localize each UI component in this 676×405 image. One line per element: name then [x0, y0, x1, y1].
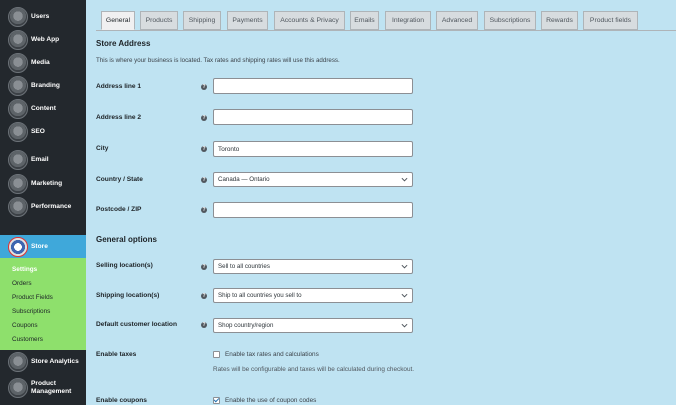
address-line-1-input[interactable]	[213, 78, 413, 94]
help-tip-icon[interactable]: ?	[201, 207, 207, 213]
sidebar-item-label: Marketing	[31, 180, 63, 187]
address-line-2-input[interactable]	[213, 109, 413, 125]
default-customer-location-label: Default customer location	[96, 321, 177, 328]
media-icon	[8, 53, 28, 73]
sidebar-item-performance[interactable]: Performance	[0, 196, 86, 218]
postcode-label: Postcode / ZIP	[96, 206, 142, 213]
content-icon	[8, 99, 28, 119]
tab-accounts-privacy[interactable]: Accounts & Privacy	[274, 11, 345, 30]
help-tip-icon[interactable]: ?	[201, 146, 207, 152]
sidebar-item-label: SEO	[31, 128, 45, 135]
sidebar-item-branding[interactable]: Branding	[0, 75, 86, 97]
sidebar-item-label: Store Analytics	[31, 358, 79, 365]
enable-coupons-label: Enable coupons	[96, 397, 147, 404]
sidebar-item-product-management[interactable]: Product Management	[0, 377, 86, 399]
sidebar-item-content[interactable]: Content	[0, 98, 86, 120]
store-analytics-icon	[8, 352, 28, 372]
sidebar-item-email[interactable]: Email	[0, 149, 86, 171]
marketing-icon	[8, 174, 28, 194]
default-customer-location-value: Shop country/region	[218, 322, 274, 329]
tab-products[interactable]: Products	[140, 11, 178, 30]
enable-taxes-checkbox-label[interactable]: Enable tax rates and calculations	[225, 351, 319, 358]
submenu-settings[interactable]: Settings	[12, 266, 37, 273]
performance-icon	[8, 197, 28, 217]
tab-shipping[interactable]: Shipping	[183, 11, 221, 30]
shipping-locations-value: Ship to all countries you sell to	[218, 292, 302, 299]
city-input[interactable]: Toronto	[213, 141, 413, 157]
product-management-icon	[8, 378, 28, 398]
tab-integration[interactable]: Integration	[385, 11, 431, 30]
chevron-down-icon	[401, 177, 408, 182]
default-customer-location-select[interactable]: Shop country/region	[213, 318, 413, 333]
sidebar-item-label: Email	[31, 156, 49, 163]
sidebar-item-users[interactable]: Users	[0, 6, 86, 28]
sidebar-item-label: Web App	[31, 36, 60, 43]
email-icon	[8, 150, 28, 170]
help-tip-icon[interactable]: ?	[201, 115, 207, 121]
postcode-input[interactable]	[213, 202, 413, 218]
sidebar-item-marketing[interactable]: Marketing	[0, 173, 86, 195]
help-tip-icon[interactable]: ?	[201, 293, 207, 299]
city-label: City	[96, 145, 109, 152]
sidebar-item-label: Content	[31, 105, 56, 112]
address-line-2-label: Address line 2	[96, 114, 142, 121]
seo-icon	[8, 122, 28, 142]
tab-payments[interactable]: Payments	[227, 11, 268, 30]
selling-locations-label: Selling location(s)	[96, 262, 153, 269]
section-heading-store-address: Store Address	[96, 39, 151, 48]
enable-coupons-checkbox[interactable]	[213, 397, 220, 404]
help-tip-icon[interactable]: ?	[201, 177, 207, 183]
chevron-down-icon	[401, 293, 408, 298]
submenu-customers[interactable]: Customers	[12, 336, 43, 343]
help-tip-icon[interactable]: ?	[201, 84, 207, 90]
shipping-locations-label: Shipping location(s)	[96, 292, 160, 299]
enable-coupons-checkbox-label[interactable]: Enable the use of coupon codes	[225, 397, 316, 404]
tab-emails[interactable]: Emails	[350, 11, 379, 30]
store-icon	[8, 237, 28, 257]
chevron-down-icon	[401, 323, 408, 328]
sidebar-item-label: Branding	[31, 82, 60, 89]
tab-general[interactable]: General	[101, 11, 135, 30]
help-tip-icon[interactable]: ?	[201, 264, 207, 270]
sidebar-item-label: Performance	[31, 203, 72, 210]
sidebar-item-store[interactable]: Store	[0, 235, 86, 259]
help-tip-icon[interactable]: ?	[201, 322, 207, 328]
enable-taxes-checkbox[interactable]	[213, 351, 220, 358]
submenu-coupons[interactable]: Coupons	[12, 322, 38, 329]
submenu-orders[interactable]: Orders	[12, 280, 32, 287]
sidebar-item-media[interactable]: Media	[0, 52, 86, 74]
chevron-down-icon	[401, 264, 408, 269]
section-heading-general-options: General options	[96, 235, 157, 244]
selling-locations-select[interactable]: Sell to all countries	[213, 259, 413, 274]
selling-locations-value: Sell to all countries	[218, 263, 270, 270]
country-state-label: Country / State	[96, 176, 143, 183]
sidebar-item-seo[interactable]: SEO	[0, 121, 86, 143]
branding-icon	[8, 76, 28, 96]
sidebar-item-label: Media	[31, 59, 50, 66]
country-state-select[interactable]: Canada — Ontario	[213, 172, 413, 187]
sidebar-item-store-analytics[interactable]: Store Analytics	[0, 351, 86, 373]
enable-taxes-note: Rates will be configurable and taxes wil…	[213, 366, 415, 373]
sidebar-item-label: Product Management	[31, 380, 72, 395]
tab-subscriptions[interactable]: Subscriptions	[484, 11, 536, 30]
sidebar-item-web-app[interactable]: Web App	[0, 29, 86, 51]
sidebar-item-label: Store	[31, 243, 48, 250]
tabs-divider	[96, 30, 676, 31]
country-state-value: Canada — Ontario	[218, 176, 270, 183]
enable-taxes-label: Enable taxes	[96, 351, 137, 358]
submenu-product-fields[interactable]: Product Fields	[12, 294, 53, 301]
sidebar-item-label: Users	[31, 13, 50, 20]
submenu-subscriptions[interactable]: Subscriptions	[12, 308, 50, 315]
shipping-locations-select[interactable]: Ship to all countries you sell to	[213, 288, 413, 303]
tab-rewards[interactable]: Rewards	[541, 11, 578, 30]
tab-product-fields[interactable]: Product fields	[583, 11, 638, 30]
tab-advanced[interactable]: Advanced	[436, 11, 478, 30]
web-app-icon	[8, 30, 28, 50]
admin-sidebar: Users Web App Media Branding Content SEO…	[0, 0, 86, 405]
users-icon	[8, 7, 28, 27]
store-submenu: Settings Orders Product Fields Subscript…	[0, 258, 86, 350]
address-line-1-label: Address line 1	[96, 83, 142, 90]
section-description: This is where your business is located. …	[96, 57, 340, 64]
